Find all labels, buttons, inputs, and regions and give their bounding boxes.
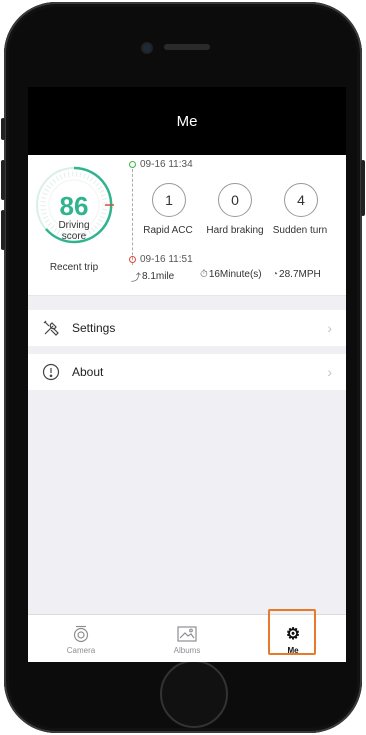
driving-summary-card[interactable]: 86 Driving score Recent trip 09-16 11:34… xyxy=(28,155,346,296)
driving-score-gauge: 86 Driving score xyxy=(34,165,116,245)
sudden-turn-label: Sudden turn xyxy=(272,225,328,236)
recent-trip-label: Recent trip xyxy=(49,262,99,273)
sudden-turn-count: 4 xyxy=(284,183,318,217)
front-camera xyxy=(143,44,151,52)
nav-bar: Me xyxy=(28,87,346,155)
speedometer-icon: ◔ xyxy=(272,269,279,280)
volume-up-button xyxy=(1,160,5,200)
tab-albums-label: Albums xyxy=(173,645,201,655)
chevron-right-icon: › xyxy=(327,320,332,336)
route-icon: ⤴ xyxy=(131,273,141,284)
trip-end: 09-16 11:51 xyxy=(129,254,193,265)
power-button xyxy=(361,160,365,216)
hard-braking-count: 0 xyxy=(218,183,252,217)
rapid-acc-label: Rapid ACC xyxy=(143,225,193,236)
driving-score-value: 86 xyxy=(59,191,89,221)
rapid-acc-count: 1 xyxy=(152,183,186,217)
tab-camera-label: Camera xyxy=(66,645,96,655)
volume-down-button xyxy=(1,210,5,250)
trip-timeline-line xyxy=(132,169,134,265)
settings-label: Settings xyxy=(72,321,116,335)
app-screen: Me 86 Driving score Recent trip 09-16 11… xyxy=(28,87,346,662)
about-row[interactable]: About › xyxy=(28,354,346,390)
trip-distance: ⤴ 8.1mile xyxy=(131,271,175,284)
page-title: Me xyxy=(176,112,198,130)
trip-start: 09-16 11:34 xyxy=(129,159,193,170)
tab-me-highlight-box xyxy=(268,609,316,655)
settings-row[interactable]: Settings › xyxy=(28,310,346,346)
chevron-right-icon: › xyxy=(327,364,332,380)
mute-switch xyxy=(1,118,5,140)
trip-speed: ◔ 28.7MPH xyxy=(272,269,321,280)
trip-duration: ⏱ 16Minute(s) xyxy=(200,269,262,280)
tab-albums[interactable]: Albums xyxy=(134,615,240,662)
driving-score-label: Driving score xyxy=(58,220,90,242)
tab-camera[interactable]: Camera xyxy=(28,615,134,662)
info-icon xyxy=(40,361,62,383)
image-icon xyxy=(177,624,197,644)
start-dot-icon xyxy=(129,161,136,168)
tools-icon xyxy=(40,317,62,339)
end-dot-icon xyxy=(129,256,136,263)
about-label: About xyxy=(72,365,104,379)
speaker-grille xyxy=(164,44,210,50)
trip-end-time: 09-16 11:51 xyxy=(140,254,193,265)
home-button[interactable] xyxy=(160,660,228,728)
camera-icon xyxy=(73,624,89,644)
trip-start-time: 09-16 11:34 xyxy=(140,159,193,170)
hard-braking-label: Hard braking xyxy=(206,225,264,236)
timer-icon: ⏱ xyxy=(200,269,208,280)
